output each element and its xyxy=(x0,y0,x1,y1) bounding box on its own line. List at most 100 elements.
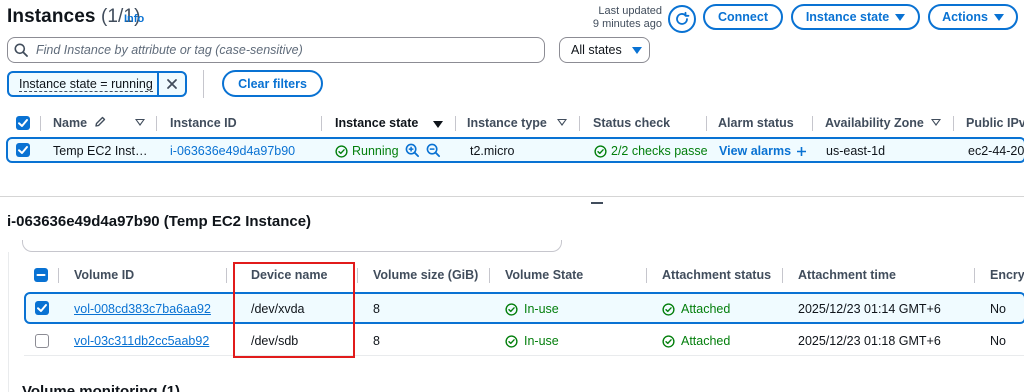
availability-zone-value: us-east-1d xyxy=(826,144,886,158)
highlight-annotation-box xyxy=(233,262,355,358)
row-checkbox[interactable] xyxy=(16,143,30,157)
volume-row-checkbox[interactable] xyxy=(35,301,49,315)
instance-id-link[interactable]: i-063636e49d4a97b90 xyxy=(170,144,295,158)
caret-down-icon xyxy=(631,46,642,54)
column-separator xyxy=(156,116,157,131)
success-check-icon xyxy=(505,302,518,316)
page-title: Instances (1/1) xyxy=(7,6,141,28)
column-separator xyxy=(489,268,490,283)
column-separator xyxy=(646,268,647,283)
info-link[interactable]: Info xyxy=(124,13,144,25)
instances-table-header: Name Instance ID Instance state Instance… xyxy=(0,110,1024,136)
volume-state-cell: In-use xyxy=(505,302,559,316)
instance-state-cell: Running xyxy=(335,144,399,158)
connect-button[interactable]: Connect xyxy=(703,4,783,30)
column-header-volume-size[interactable]: Volume size (GiB) xyxy=(373,268,478,282)
select-all-volumes-checkbox[interactable] xyxy=(34,268,48,282)
column-header-attachment-status[interactable]: Attachment status xyxy=(662,268,771,282)
table-row[interactable]: vol-03c311db2cc5aab92 /dev/sdb 8 In-use … xyxy=(24,326,1024,356)
split-divider xyxy=(0,196,1024,197)
detail-title: i-063636e49d4a97b90 (Temp EC2 Instance) xyxy=(7,213,312,230)
refresh-button[interactable] xyxy=(668,5,696,33)
select-all-checkbox[interactable] xyxy=(16,116,30,130)
divider xyxy=(203,70,204,98)
column-separator xyxy=(58,268,59,283)
zoom-out-icon[interactable] xyxy=(426,143,441,161)
column-header-attachment-time[interactable]: Attachment time xyxy=(798,268,896,282)
column-header-status-check[interactable]: Status check xyxy=(593,116,670,130)
search-input[interactable]: Find Instance by attribute or tag (case-… xyxy=(7,37,545,63)
column-header-name[interactable]: Name xyxy=(53,116,106,130)
filter-token[interactable]: Instance state = running xyxy=(7,71,187,97)
sort-desc-icon[interactable] xyxy=(433,121,443,128)
attachment-status-cell: Attached xyxy=(662,334,730,348)
volume-monitoring-heading: Volume monitoring (1) xyxy=(22,383,181,392)
column-separator xyxy=(226,268,227,283)
connect-label: Connect xyxy=(718,10,768,24)
column-separator xyxy=(953,116,954,131)
refresh-icon xyxy=(676,11,690,25)
view-alarms-link[interactable]: View alarms xyxy=(719,144,807,158)
column-separator xyxy=(706,116,707,131)
indeterminate-icon xyxy=(36,274,46,276)
remove-filter-button[interactable] xyxy=(156,73,185,95)
sort-icon[interactable] xyxy=(135,119,145,126)
edit-pencil-icon xyxy=(94,116,105,127)
column-separator xyxy=(974,268,975,283)
instance-state-button[interactable]: Instance state xyxy=(791,4,920,30)
volume-size-value: 8 xyxy=(373,302,380,316)
column-header-instance-id[interactable]: Instance ID xyxy=(170,116,237,130)
column-separator xyxy=(782,268,783,283)
column-separator xyxy=(455,116,456,131)
attachment-status-value: Attached xyxy=(681,334,731,348)
clear-filters-button[interactable]: Clear filters xyxy=(222,70,323,97)
public-ipv4-value: ec2-44-20 xyxy=(968,144,1024,158)
page-title-text: Instances xyxy=(7,6,96,27)
zoom-in-icon[interactable] xyxy=(405,143,420,161)
volume-state-value: In-use xyxy=(524,334,559,348)
states-value: All states xyxy=(571,43,622,57)
success-check-icon xyxy=(505,334,518,348)
actions-label: Actions xyxy=(942,10,988,24)
column-separator xyxy=(579,116,580,131)
attachment-time-value: 2025/12/23 01:18 GMT+6 xyxy=(798,334,941,348)
column-header-availability-zone[interactable]: Availability Zone xyxy=(825,116,924,130)
view-alarms-label: View alarms xyxy=(719,144,792,158)
volume-id-link[interactable]: vol-008cd383c7ba6aa92 xyxy=(74,302,211,316)
column-header-instance-state[interactable]: Instance state xyxy=(335,116,418,130)
success-check-icon xyxy=(335,144,348,158)
column-header-instance-type[interactable]: Instance type xyxy=(467,116,547,130)
sort-icon[interactable] xyxy=(931,119,941,126)
volume-id-link[interactable]: vol-03c311db2cc5aab92 xyxy=(74,334,209,348)
status-check-value: 2/2 checks passec xyxy=(611,144,707,158)
caret-down-icon xyxy=(895,13,906,21)
check-icon xyxy=(37,304,47,312)
instance-state-value: Running xyxy=(352,144,399,158)
column-header-volume-state[interactable]: Volume State xyxy=(505,268,583,282)
column-header-public-ipv4[interactable]: Public IPv4 xyxy=(966,116,1024,130)
table-row[interactable]: Temp EC2 Inst… i-063636e49d4a97b90 Runni… xyxy=(6,137,1024,163)
clear-filters-label: Clear filters xyxy=(238,76,307,91)
column-header-alarm-status[interactable]: Alarm status xyxy=(718,116,794,130)
last-updated: Last updated 9 minutes ago xyxy=(574,5,662,31)
instance-type-value: t2.micro xyxy=(470,144,515,158)
volume-state-cell: In-use xyxy=(505,334,559,348)
table-row[interactable]: vol-008cd383c7ba6aa92 /dev/xvda 8 In-use… xyxy=(24,292,1024,324)
last-updated-value: 9 minutes ago xyxy=(592,18,662,30)
attachment-time-value: 2025/12/23 01:14 GMT+6 xyxy=(798,302,941,316)
success-check-icon xyxy=(662,302,675,316)
sort-icon[interactable] xyxy=(557,119,567,126)
instance-state-label: Instance state xyxy=(805,10,890,24)
resize-handle[interactable] xyxy=(591,202,603,204)
column-separator xyxy=(40,116,41,131)
encrypted-value: No xyxy=(990,334,1006,348)
volumes-table-header: Volume ID Device name Volume size (GiB) … xyxy=(0,262,1024,288)
column-header-encrypted[interactable]: Encryp xyxy=(990,268,1024,282)
volume-size-value: 8 xyxy=(373,334,380,348)
close-icon xyxy=(166,79,177,89)
states-select[interactable]: All states xyxy=(559,37,650,63)
actions-button[interactable]: Actions xyxy=(928,4,1018,30)
column-separator xyxy=(321,116,322,131)
volume-row-checkbox[interactable] xyxy=(35,334,49,348)
column-header-volume-id[interactable]: Volume ID xyxy=(74,268,134,282)
